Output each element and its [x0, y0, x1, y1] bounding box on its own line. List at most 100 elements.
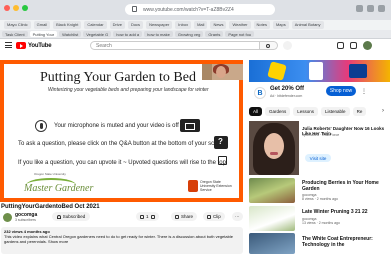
recommended-title[interactable]: Producing Berries in Your Home Garden	[302, 180, 388, 192]
recommended-thumbnail[interactable]	[249, 233, 295, 254]
like-count: 1	[146, 214, 149, 219]
create-icon[interactable]	[337, 42, 344, 49]
bookmark-item[interactable]: Notes	[253, 21, 270, 29]
extensions-icon[interactable]	[356, 5, 363, 12]
address-bar[interactable]: www.youtube.com/watch?v=T-aZ8Bv2Z4	[125, 4, 275, 15]
channel-avatar[interactable]	[3, 213, 12, 222]
search-button[interactable]	[260, 41, 278, 50]
bookmark-item[interactable]: Docs	[127, 21, 144, 29]
logo-text: YouTube	[28, 42, 52, 49]
sponsored-thumbnail[interactable]	[249, 121, 299, 175]
browser-tab-active[interactable]: Putting Your	[29, 31, 58, 37]
scissors-icon	[207, 214, 211, 219]
bookmark-item[interactable]: News	[210, 21, 227, 29]
subscriber-count: 3 subscribers	[15, 218, 36, 222]
osu-shield-icon	[188, 180, 198, 192]
video-player[interactable]: Putting Your Garden to Bed Winterizing y…	[0, 60, 243, 202]
recommended-title[interactable]: Late Winter Pruning 3 21 22	[302, 209, 388, 216]
chip-lessons[interactable]: Lessons	[293, 107, 319, 116]
share-icon	[175, 214, 179, 219]
advertiser-logo: B	[254, 87, 266, 99]
browser-tab[interactable]: Page not fou	[225, 31, 255, 37]
avatar[interactable]	[363, 41, 372, 50]
search-icon	[266, 44, 270, 48]
recommended-thumbnail[interactable]	[249, 206, 295, 231]
more-vert-icon[interactable]: ⋮	[361, 88, 367, 95]
bookmark-item[interactable]: Drive	[109, 21, 125, 29]
youtube-logo[interactable]: YouTube	[16, 42, 52, 49]
browser-tab[interactable]: how to make	[144, 31, 173, 37]
bookmark-item[interactable]: Newspaper	[146, 21, 173, 29]
bookmark-item[interactable]: Mayo Clinic	[4, 21, 31, 29]
thumbs-up-icon	[218, 156, 227, 165]
browser-tabs: Task Client Putting Your Watchlist Veget…	[0, 30, 391, 39]
window-controls	[4, 5, 28, 11]
sponsored-source: Sponsored · RushForce	[302, 133, 340, 137]
browser-tab[interactable]: how to add a	[113, 31, 143, 37]
subscribed-button[interactable]: Subscribed	[52, 212, 90, 221]
recommended-title[interactable]: The White Coat Entrepreneur: Technology …	[302, 236, 388, 248]
bookmark-item[interactable]: Animal Botany	[291, 21, 324, 29]
chip-listenable[interactable]: Listenable	[321, 107, 350, 116]
menu-icon[interactable]	[5, 42, 12, 48]
visit-site-button[interactable]: Visit site	[305, 154, 331, 162]
recommended-meta: 8 views · 2 months ago	[302, 197, 338, 201]
bookmark-item[interactable]: Gmail	[33, 21, 51, 29]
browser-actions	[356, 5, 385, 12]
menu-icon[interactable]	[378, 5, 385, 12]
browser-tab[interactable]: Vegetable G	[83, 31, 112, 37]
master-gardener-logo: Oregon State University Master Gardener	[24, 172, 94, 194]
close-window-button[interactable]	[4, 5, 10, 11]
chip-more[interactable]: Re	[352, 107, 367, 116]
presenter-webcam	[202, 64, 243, 80]
voice-search-button[interactable]	[283, 41, 292, 50]
bookmark-item[interactable]: Black Knight	[53, 21, 82, 29]
filter-chips: All Gardens Lessons Listenable Re	[249, 107, 390, 116]
more-actions-button[interactable]: ···	[232, 212, 243, 221]
description-box[interactable]: 232 views 4 months ago This video explai…	[1, 227, 243, 254]
url-text: www.youtube.com/watch?v=T-aZ8Bv2Z4	[143, 6, 234, 13]
video-title: PuttingYourGardentoBed Oct 2021	[1, 204, 100, 210]
recommended-meta: 13 views · 2 months ago	[302, 221, 340, 225]
ad-banner[interactable]	[249, 60, 390, 82]
chevron-right-icon[interactable]: ›	[382, 108, 384, 114]
video-off-icon	[180, 119, 200, 132]
chip-all[interactable]: All	[249, 107, 263, 116]
bell-icon	[56, 214, 61, 219]
shop-now-button[interactable]: Shop now	[326, 86, 356, 96]
slide-subtitle: Winterizing your vegetable beds and prep…	[48, 87, 209, 93]
slide-line-upvote: If you like a question, you can upvote i…	[18, 160, 226, 166]
ad-sponsor: Ad · bitdefender.com	[270, 94, 303, 98]
browser-tab[interactable]: Watchlist	[59, 31, 82, 37]
youtube-header: YouTube	[0, 39, 391, 52]
share-button[interactable]: Share	[171, 212, 198, 221]
play-logo-icon	[16, 42, 26, 49]
bookmarks-bar: Mayo Clinic Gmail Black Knight Calendar …	[0, 20, 391, 30]
browser-tab[interactable]: Growing veg	[174, 31, 204, 37]
bookmark-item[interactable]: Calendar	[84, 21, 107, 29]
bookmark-item[interactable]: Mail	[194, 21, 208, 29]
bookmark-item[interactable]: Maps	[272, 21, 289, 29]
maximize-window-button[interactable]	[22, 5, 28, 11]
clip-button[interactable]: Clip	[203, 212, 225, 221]
search-input[interactable]	[90, 41, 260, 50]
like-button[interactable]: 1	[136, 212, 159, 221]
browser-tab[interactable]: Task Client	[2, 31, 28, 37]
minimize-window-button[interactable]	[13, 5, 19, 11]
lock-icon	[132, 6, 137, 12]
notifications-icon[interactable]	[350, 42, 357, 49]
chip-gardens[interactable]: Gardens	[265, 107, 291, 116]
slide-line-qa: To ask a question, please click on the Q…	[18, 141, 227, 147]
subscribed-label: Subscribed	[62, 214, 86, 219]
description-text: This video explains what Central Oregon …	[4, 234, 233, 244]
ad-title: Get 20% Off	[270, 86, 305, 92]
microphone-muted-icon	[35, 120, 47, 132]
browser-tab[interactable]: Grants	[205, 31, 224, 37]
qa-icon	[214, 136, 228, 149]
profile-icon[interactable]	[367, 5, 374, 12]
clip-label: Clip	[213, 214, 221, 219]
thumbs-up-icon	[140, 214, 144, 219]
recommended-thumbnail[interactable]	[249, 178, 295, 203]
bookmark-item[interactable]: Inbox	[175, 21, 192, 29]
bookmark-item[interactable]: Weather	[229, 21, 251, 29]
